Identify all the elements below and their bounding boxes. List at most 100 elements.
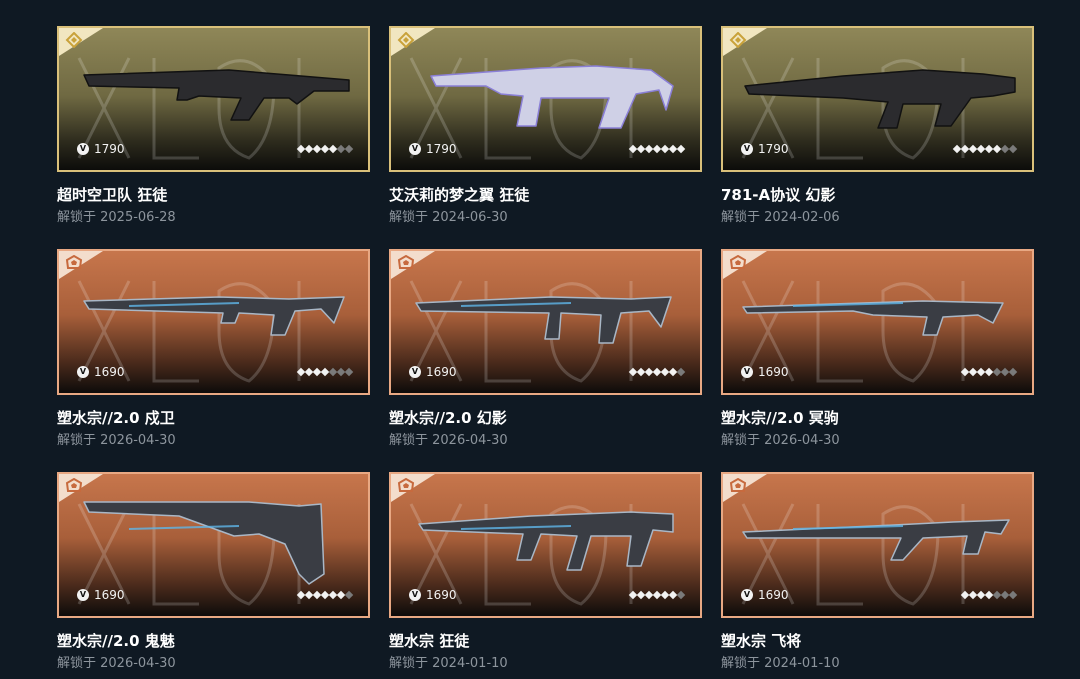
star-empty-icon — [1000, 367, 1009, 377]
star-rating — [628, 367, 685, 377]
star-empty-icon — [344, 367, 353, 377]
star-rating — [628, 590, 685, 600]
skin-thumbnail[interactable]: V 1790 — [57, 26, 370, 172]
skin-card[interactable]: V 1690 塑水宗 狂徒 解锁于 2024-01-10 — [389, 472, 702, 672]
star-filled-icon — [984, 144, 993, 154]
premium-tier-icon — [729, 478, 747, 492]
valorant-points-icon: V — [77, 589, 89, 601]
star-filled-icon — [312, 590, 321, 600]
exclusive-tier-icon — [729, 32, 747, 48]
price-value: 1690 — [426, 588, 457, 602]
skin-card[interactable]: V 1690 塑水宗//2.0 戍卫 解锁于 2026-04-30 — [57, 249, 370, 449]
star-filled-icon — [304, 590, 313, 600]
skin-thumbnail[interactable]: V 1690 — [389, 249, 702, 395]
skin-card[interactable]: V 1690 塑水宗//2.0 鬼魅 解锁于 2026-04-30 — [57, 472, 370, 672]
star-filled-icon — [652, 367, 661, 377]
skin-thumbnail[interactable]: V 1690 — [57, 472, 370, 618]
star-empty-icon — [336, 367, 345, 377]
star-rating — [960, 590, 1017, 600]
premium-tier-icon — [397, 478, 415, 492]
skin-card[interactable]: V 1690 塑水宗 飞将 解锁于 2024-01-10 — [721, 472, 1034, 672]
valorant-points-icon: V — [741, 366, 753, 378]
star-filled-icon — [960, 590, 969, 600]
skin-collection-grid: V 1790 超时空卫队 狂徒 解锁于 2025-06-28 V 1790 艾沃莉的梦之翼 … — [0, 0, 1080, 679]
price-value: 1690 — [758, 588, 789, 602]
star-empty-icon — [1008, 590, 1017, 600]
star-empty-icon — [992, 367, 1001, 377]
skin-name: 塑水宗//2.0 幻影 — [389, 409, 507, 427]
star-empty-icon — [1000, 590, 1009, 600]
unlock-date: 解锁于 2026-04-30 — [57, 656, 176, 671]
star-filled-icon — [320, 367, 329, 377]
skin-thumbnail[interactable]: V 1690 — [721, 249, 1034, 395]
price-value: 1790 — [758, 142, 789, 156]
unlock-date: 解锁于 2024-02-06 — [721, 210, 840, 225]
skin-price: V 1690 — [77, 365, 125, 379]
star-filled-icon — [628, 590, 637, 600]
valorant-points-icon: V — [409, 589, 421, 601]
price-value: 1790 — [426, 142, 457, 156]
star-filled-icon — [660, 367, 669, 377]
skin-name: 超时空卫队 狂徒 — [57, 186, 168, 204]
valorant-points-icon: V — [77, 143, 89, 155]
price-value: 1790 — [94, 142, 125, 156]
star-filled-icon — [676, 144, 685, 154]
star-rating — [296, 590, 353, 600]
star-filled-icon — [644, 144, 653, 154]
star-filled-icon — [312, 144, 321, 154]
skin-price: V 1690 — [741, 588, 789, 602]
star-filled-icon — [296, 144, 305, 154]
unlock-date: 解锁于 2026-04-30 — [57, 433, 176, 448]
skin-name: 塑水宗//2.0 冥驹 — [721, 409, 839, 427]
skin-card[interactable]: V 1690 塑水宗//2.0 幻影 解锁于 2026-04-30 — [389, 249, 702, 449]
skin-name: 塑水宗 飞将 — [721, 632, 802, 650]
star-filled-icon — [644, 590, 653, 600]
skin-thumbnail[interactable]: V 1790 — [721, 26, 1034, 172]
star-rating — [960, 367, 1017, 377]
star-empty-icon — [676, 367, 685, 377]
skin-name: 塑水宗//2.0 鬼魅 — [57, 632, 175, 650]
premium-tier-icon — [729, 255, 747, 269]
valorant-points-icon: V — [77, 366, 89, 378]
skin-card[interactable]: V 1690 塑水宗//2.0 冥驹 解锁于 2026-04-30 — [721, 249, 1034, 449]
skin-thumbnail[interactable]: V 1690 — [57, 249, 370, 395]
skin-thumbnail[interactable]: V 1690 — [389, 472, 702, 618]
price-value: 1690 — [758, 365, 789, 379]
skin-card[interactable]: V 1790 781-A协议 幻影 解锁于 2024-02-06 — [721, 26, 1034, 226]
star-filled-icon — [668, 144, 677, 154]
star-filled-icon — [328, 144, 337, 154]
star-filled-icon — [984, 590, 993, 600]
star-filled-icon — [968, 144, 977, 154]
unlock-date: 解锁于 2024-01-10 — [389, 656, 508, 671]
valorant-points-icon: V — [741, 143, 753, 155]
skin-thumbnail[interactable]: V 1790 — [389, 26, 702, 172]
price-value: 1690 — [94, 365, 125, 379]
star-filled-icon — [636, 367, 645, 377]
skin-price: V 1690 — [409, 365, 457, 379]
star-filled-icon — [636, 590, 645, 600]
star-filled-icon — [652, 144, 661, 154]
skin-price: V 1790 — [409, 142, 457, 156]
star-empty-icon — [1008, 367, 1017, 377]
skin-card[interactable]: V 1790 超时空卫队 狂徒 解锁于 2025-06-28 — [57, 26, 370, 226]
star-filled-icon — [992, 144, 1001, 154]
skin-thumbnail[interactable]: V 1690 — [721, 472, 1034, 618]
star-filled-icon — [628, 144, 637, 154]
premium-tier-icon — [65, 255, 83, 269]
star-rating — [952, 144, 1017, 154]
valorant-points-icon: V — [409, 366, 421, 378]
star-filled-icon — [304, 367, 313, 377]
star-filled-icon — [968, 590, 977, 600]
unlock-date: 解锁于 2026-04-30 — [721, 433, 840, 448]
star-empty-icon — [676, 590, 685, 600]
star-filled-icon — [660, 590, 669, 600]
star-filled-icon — [312, 367, 321, 377]
star-filled-icon — [660, 144, 669, 154]
premium-tier-icon — [65, 478, 83, 492]
price-value: 1690 — [94, 588, 125, 602]
skin-price: V 1690 — [77, 588, 125, 602]
premium-tier-icon — [397, 255, 415, 269]
exclusive-tier-icon — [397, 32, 415, 48]
skin-card[interactable]: V 1790 艾沃莉的梦之翼 狂徒 解锁于 2024-06-30 — [389, 26, 702, 226]
star-filled-icon — [968, 367, 977, 377]
